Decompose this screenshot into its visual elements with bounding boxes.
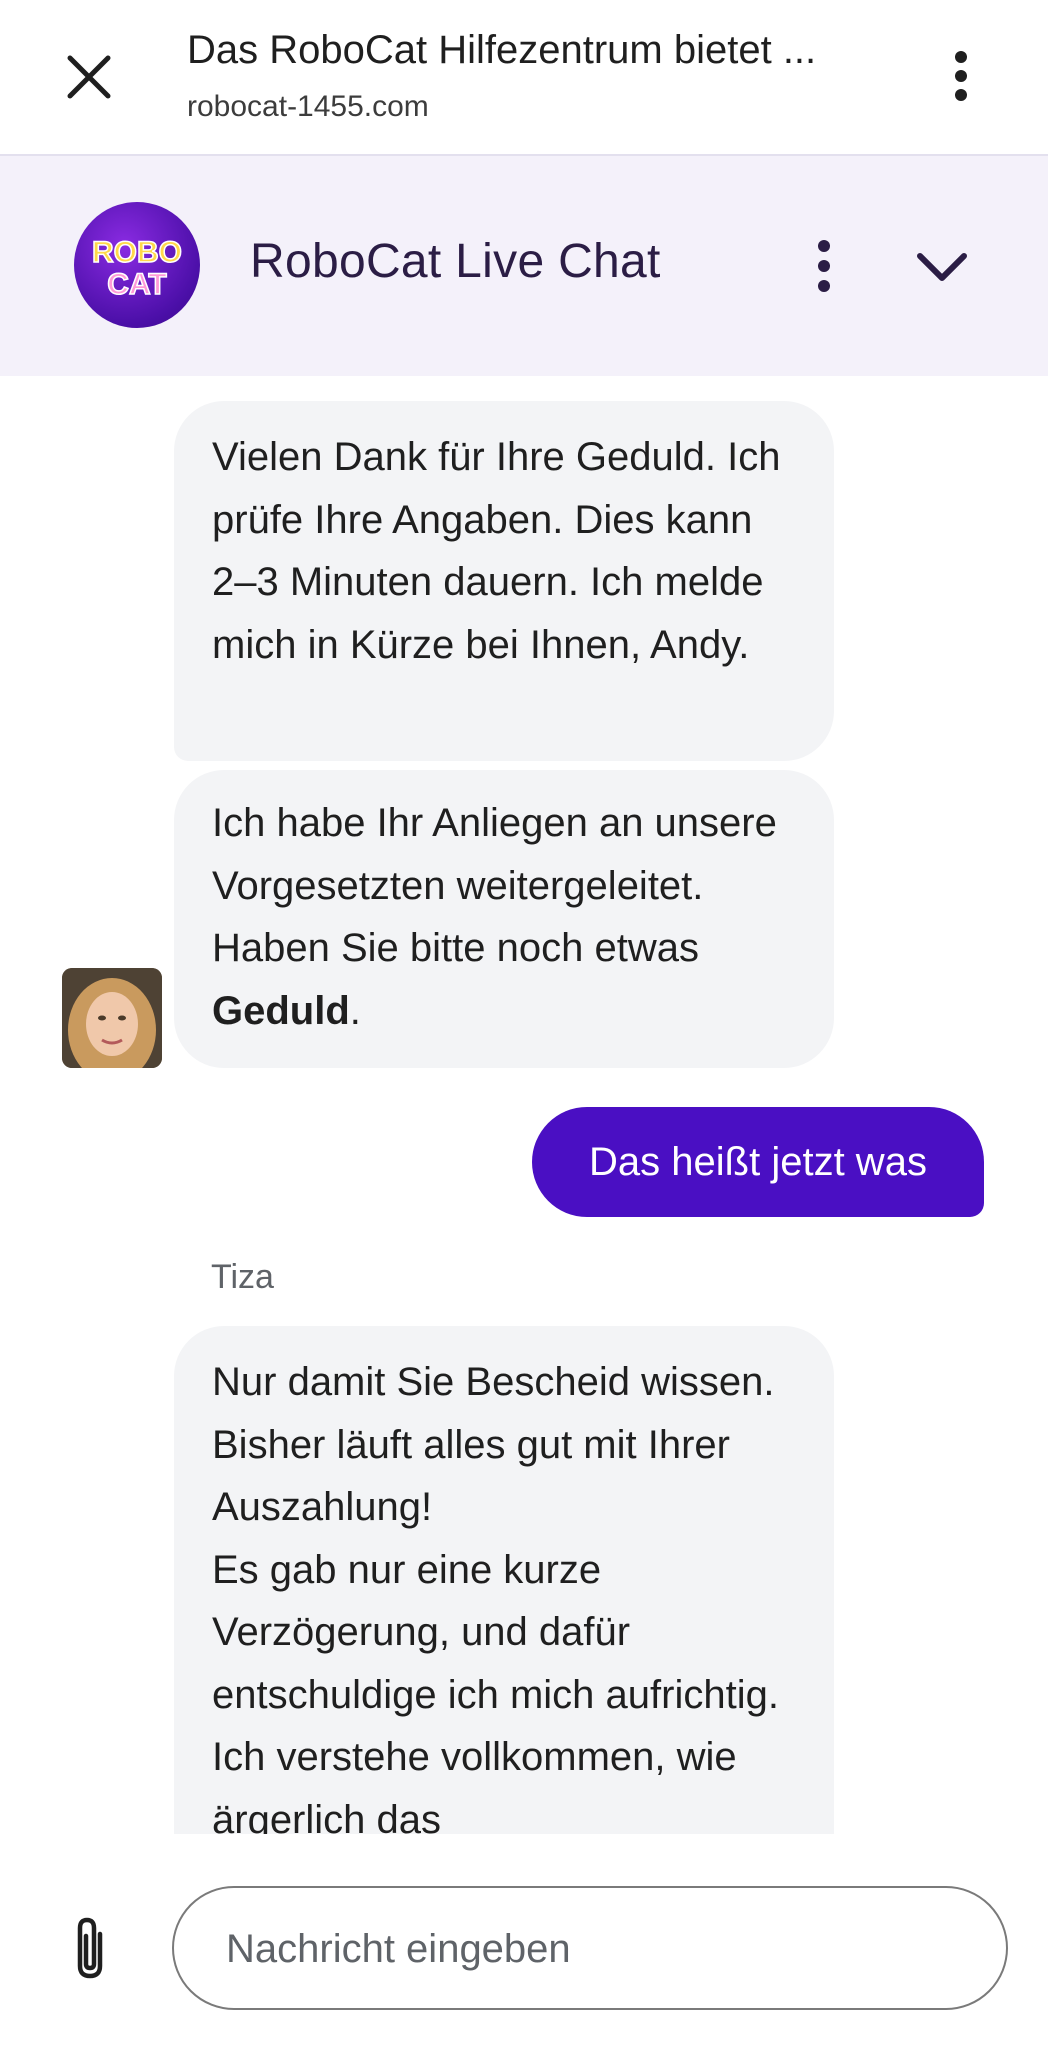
robocat-logo: ROBO CAT	[74, 202, 200, 328]
message-text-end: .	[349, 988, 361, 1033]
paperclip-icon	[77, 1917, 103, 1979]
more-vert-icon	[955, 51, 967, 101]
message-input[interactable]	[224, 1918, 958, 1980]
user-message: Das heißt jetzt was	[532, 1107, 984, 1217]
close-icon	[67, 55, 111, 99]
collapse-chat-button[interactable]	[912, 238, 972, 298]
agent-message: Vielen Dank für Ihre Geduld. Ich prüfe I…	[174, 401, 834, 761]
page-title: Das RoboCat Hilfezentrum bietet ...	[187, 28, 817, 72]
logo-text-top: ROBO	[92, 236, 182, 269]
message-text: Ich habe Ihr Anliegen an unsere Vorgeset…	[212, 801, 777, 970]
logo-text-bottom: CAT	[107, 268, 166, 301]
chat-title: RoboCat Live Chat	[250, 235, 661, 288]
sender-name: Tiza	[211, 1258, 274, 1296]
agent-message: Nur damit Sie Bescheid wissen. Bisher lä…	[174, 1326, 834, 1834]
close-button[interactable]	[60, 48, 120, 108]
message-bold-text: Geduld	[212, 988, 350, 1033]
browser-menu-button[interactable]	[942, 50, 980, 106]
agent-avatar	[62, 968, 162, 1068]
chat-header: ROBO CAT RoboCat Live Chat	[0, 156, 1048, 376]
agent-message: Ich habe Ihr Anliegen an unsere Vorgeset…	[174, 770, 834, 1068]
message-input-container[interactable]	[172, 1886, 1008, 2010]
message-composer	[0, 1834, 1048, 2048]
page-url: robocat-1455.com	[187, 90, 429, 123]
message-paragraph: Es gab nur eine kurze Verzögerung, und d…	[212, 1547, 779, 1835]
browser-top-bar: Das RoboCat Hilfezentrum bietet ... robo…	[0, 0, 1048, 156]
message-list[interactable]: Vielen Dank für Ihre Geduld. Ich prüfe I…	[0, 378, 1048, 1834]
more-vert-icon	[818, 240, 830, 292]
attach-button[interactable]	[62, 1914, 122, 1984]
message-paragraph: Nur damit Sie Bescheid wissen. Bisher lä…	[212, 1360, 775, 1529]
chat-menu-button[interactable]	[804, 240, 844, 296]
chevron-down-icon	[917, 253, 967, 281]
